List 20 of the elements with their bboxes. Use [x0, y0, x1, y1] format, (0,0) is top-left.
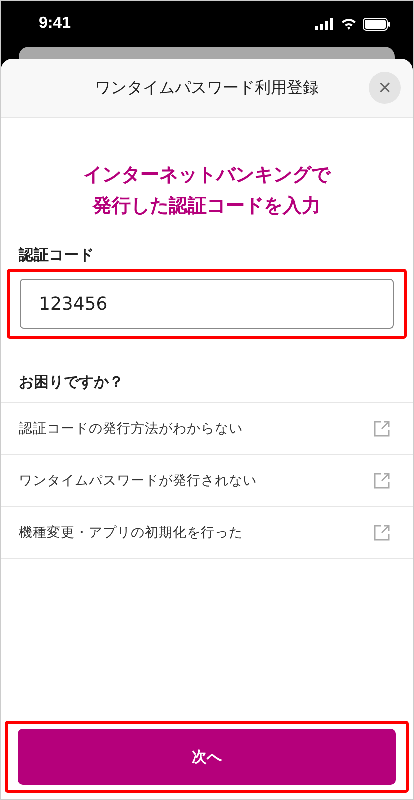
help-title: お困りですか？	[19, 373, 125, 392]
link-label: ワンタイムパスワードが発行されない	[19, 472, 257, 490]
code-input-field[interactable]: 123456	[20, 279, 394, 329]
close-button[interactable]: ×	[369, 72, 401, 104]
wifi-icon	[341, 18, 357, 30]
link-label: 認証コードの発行方法がわからない	[19, 420, 243, 438]
help-link[interactable]: 認証コードの発行方法がわからない	[1, 403, 413, 455]
field-label: 認証コード	[19, 246, 95, 265]
external-link-icon	[373, 472, 391, 490]
headline: インターネットバンキングで 発行した認証コードを入力	[82, 163, 332, 219]
next-button[interactable]: 次へ	[18, 729, 396, 785]
help-link[interactable]: 機種変更・アプリの初期化を行った	[1, 507, 413, 559]
help-link[interactable]: ワンタイムパスワードが発行されない	[1, 455, 413, 507]
signal-icon	[315, 18, 335, 30]
link-label: 機種変更・アプリの初期化を行った	[19, 524, 243, 542]
battery-icon	[363, 18, 391, 30]
status-time: 9:41	[39, 15, 72, 33]
sheet-title: ワンタイムパスワード利用登録	[95, 78, 319, 98]
external-link-icon	[373, 524, 391, 542]
external-link-icon	[373, 420, 391, 438]
